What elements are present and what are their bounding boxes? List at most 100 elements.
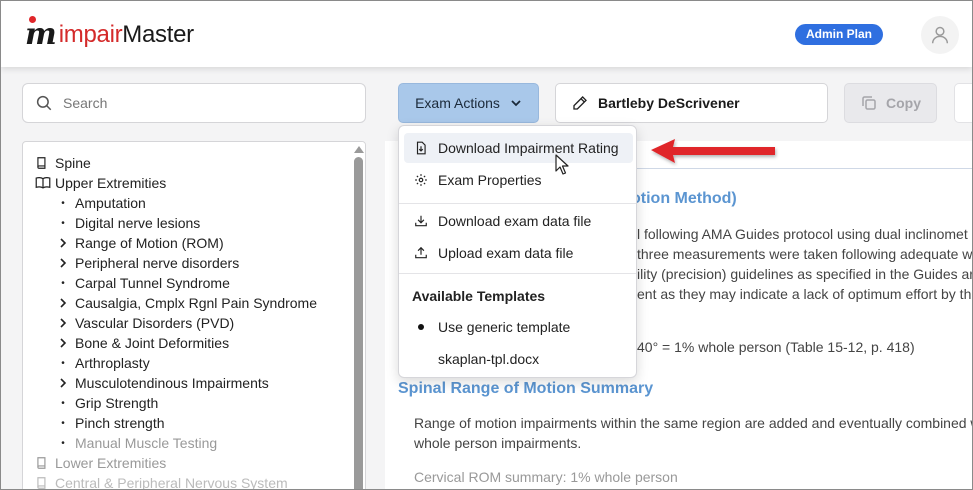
- paragraph-line: ility (precision) guidelines as specifie…: [637, 266, 973, 282]
- tree-item[interactable]: Peripheral nerve disorders: [35, 253, 355, 273]
- chevron-right-icon: [55, 378, 71, 388]
- tree-item-label: Digital nerve lesions: [75, 215, 201, 231]
- menu-item-upload-data[interactable]: Upload exam data file: [404, 238, 633, 268]
- menu-item-generic-template[interactable]: Use generic template: [404, 312, 633, 342]
- tree-item[interactable]: • Pinch strength: [35, 413, 355, 433]
- bullet-icon: •: [61, 417, 65, 429]
- document-divider: [635, 168, 972, 169]
- paragraph-line: Range of motion impairments within the s…: [414, 415, 973, 431]
- scrollbar-thumb[interactable]: [354, 157, 363, 489]
- app-window: m impairMaster Admin Plan Spine Upper Ext…: [0, 0, 973, 490]
- exam-actions-button[interactable]: Exam Actions: [398, 83, 539, 123]
- menu-item-label: Download exam data file: [438, 213, 592, 229]
- tree-item-label: Range of Motion (ROM): [75, 235, 224, 251]
- upload-icon: [415, 246, 427, 259]
- bullet-icon: •: [61, 217, 65, 229]
- chevron-right-icon: [55, 258, 71, 268]
- tree-item-label: Amputation: [75, 195, 146, 211]
- search-input[interactable]: [63, 95, 343, 111]
- section-heading-rom-method: otion Method): [631, 190, 737, 207]
- tree-item-label: Causalgia, Cmplx Rgnl Pain Syndrome: [75, 295, 317, 311]
- tree-item-label: Carpal Tunnel Syndrome: [75, 275, 230, 291]
- plan-badge[interactable]: Admin Plan: [795, 24, 884, 45]
- menu-item-label: Use generic template: [438, 319, 571, 335]
- paragraph-line: ent as they may indicate a lack of optim…: [637, 286, 972, 302]
- bullet-icon: •: [61, 197, 65, 209]
- exam-actions-menu: Download Impairment Rating Exam Properti…: [398, 125, 637, 378]
- chevron-right-icon: [55, 298, 71, 308]
- top-bar: m impairMaster Admin Plan: [1, 1, 972, 67]
- bullet-icon: •: [61, 357, 65, 369]
- tree-item-label: Upper Extremities: [55, 175, 167, 191]
- tree-item-label: Central & Peripheral Nervous System: [55, 475, 288, 490]
- copy-icon: [862, 96, 876, 110]
- overflow-button[interactable]: [954, 83, 972, 123]
- menu-item-template-file[interactable]: skaplan-tpl.docx: [404, 344, 633, 374]
- paragraph-line: Cervical ROM summary: 1% whole person: [414, 469, 678, 485]
- menu-item-download-rating[interactable]: Download Impairment Rating: [404, 133, 633, 163]
- paragraph-line: 40° = 1% whole person (Table 15-12, p. 4…: [637, 339, 915, 355]
- selected-dot-icon: [414, 324, 428, 330]
- download-icon: [415, 215, 427, 227]
- book-open-icon: [35, 176, 55, 190]
- menu-item-exam-properties[interactable]: Exam Properties: [404, 165, 633, 195]
- tree-item[interactable]: • Grip Strength: [35, 393, 355, 413]
- tree-item[interactable]: • Carpal Tunnel Syndrome: [35, 273, 355, 293]
- tree-item[interactable]: • Digital nerve lesions: [35, 213, 355, 233]
- menu-item-label: Download Impairment Rating: [438, 140, 619, 156]
- chevron-down-icon: [511, 100, 521, 107]
- tree-item[interactable]: • Arthroplasty: [35, 353, 355, 373]
- logo-mark-icon: m: [25, 16, 57, 52]
- book-icon: [35, 476, 55, 489]
- edit-author-button[interactable]: Bartleby DeScrivener: [555, 83, 828, 123]
- exam-section-tree: Spine Upper Extremities • Amputation • Digita…: [22, 141, 366, 490]
- book-icon: [35, 156, 55, 170]
- pencil-icon: [573, 96, 587, 110]
- paragraph-line: whole person impairments.: [414, 435, 582, 451]
- tree-item-label: Grip Strength: [75, 395, 159, 411]
- tree-item[interactable]: Musculotendinous Impairments: [35, 373, 355, 393]
- logo-wordmark: impairMaster: [58, 21, 194, 48]
- search-icon: [36, 95, 52, 111]
- templates-heading: Available Templates: [412, 288, 546, 304]
- menu-item-download-data[interactable]: Download exam data file: [404, 206, 633, 236]
- tree-section[interactable]: Upper Extremities: [35, 173, 355, 193]
- tree-item[interactable]: Bone & Joint Deformities: [35, 333, 355, 353]
- menu-item-label: Upload exam data file: [438, 245, 574, 261]
- tree-item[interactable]: Vascular Disorders (PVD): [35, 313, 355, 333]
- tree-item-label: Arthroplasty: [75, 355, 150, 371]
- annotation-arrow-icon: [651, 139, 775, 163]
- bullet-icon: •: [61, 397, 65, 409]
- file-download-icon: [416, 141, 426, 155]
- bullet-icon: •: [61, 277, 65, 289]
- menu-item-label: skaplan-tpl.docx: [438, 351, 540, 367]
- tree-item[interactable]: Range of Motion (ROM): [35, 233, 355, 253]
- author-name: Bartleby DeScrivener: [598, 95, 740, 111]
- mouse-cursor-icon: [555, 154, 569, 175]
- tree-section[interactable]: Central & Peripheral Nervous System: [35, 473, 355, 490]
- tree-section[interactable]: Spine: [35, 153, 355, 173]
- book-icon: [35, 456, 55, 470]
- exam-actions-label: Exam Actions: [415, 95, 500, 111]
- copy-button[interactable]: Copy: [844, 83, 937, 123]
- tree-item-label: Musculotendinous Impairments: [75, 375, 269, 391]
- paragraph-line: l following AMA Guides protocol using du…: [637, 226, 968, 242]
- menu-item-label: Exam Properties: [438, 172, 542, 188]
- section-heading-rom-summary: Spinal Range of Motion Summary: [398, 380, 654, 397]
- tree-item[interactable]: • Manual Muscle Testing: [35, 433, 355, 453]
- search-box[interactable]: [22, 83, 366, 123]
- tree-item[interactable]: • Amputation: [35, 193, 355, 213]
- app-logo[interactable]: m impairMaster: [25, 16, 194, 52]
- chevron-right-icon: [55, 238, 71, 248]
- user-avatar[interactable]: [921, 16, 959, 54]
- gear-icon: [415, 174, 427, 186]
- paragraph-line: three measurements were taken following …: [637, 246, 973, 262]
- chevron-right-icon: [55, 318, 71, 328]
- bullet-icon: •: [61, 437, 65, 449]
- scroll-up-icon[interactable]: [354, 146, 364, 153]
- user-icon: [931, 26, 949, 44]
- tree-section[interactable]: Lower Extremities: [35, 453, 355, 473]
- menu-divider: [399, 273, 636, 274]
- tree-item[interactable]: Causalgia, Cmplx Rgnl Pain Syndrome: [35, 293, 355, 313]
- tree-item-label: Lower Extremities: [55, 455, 167, 471]
